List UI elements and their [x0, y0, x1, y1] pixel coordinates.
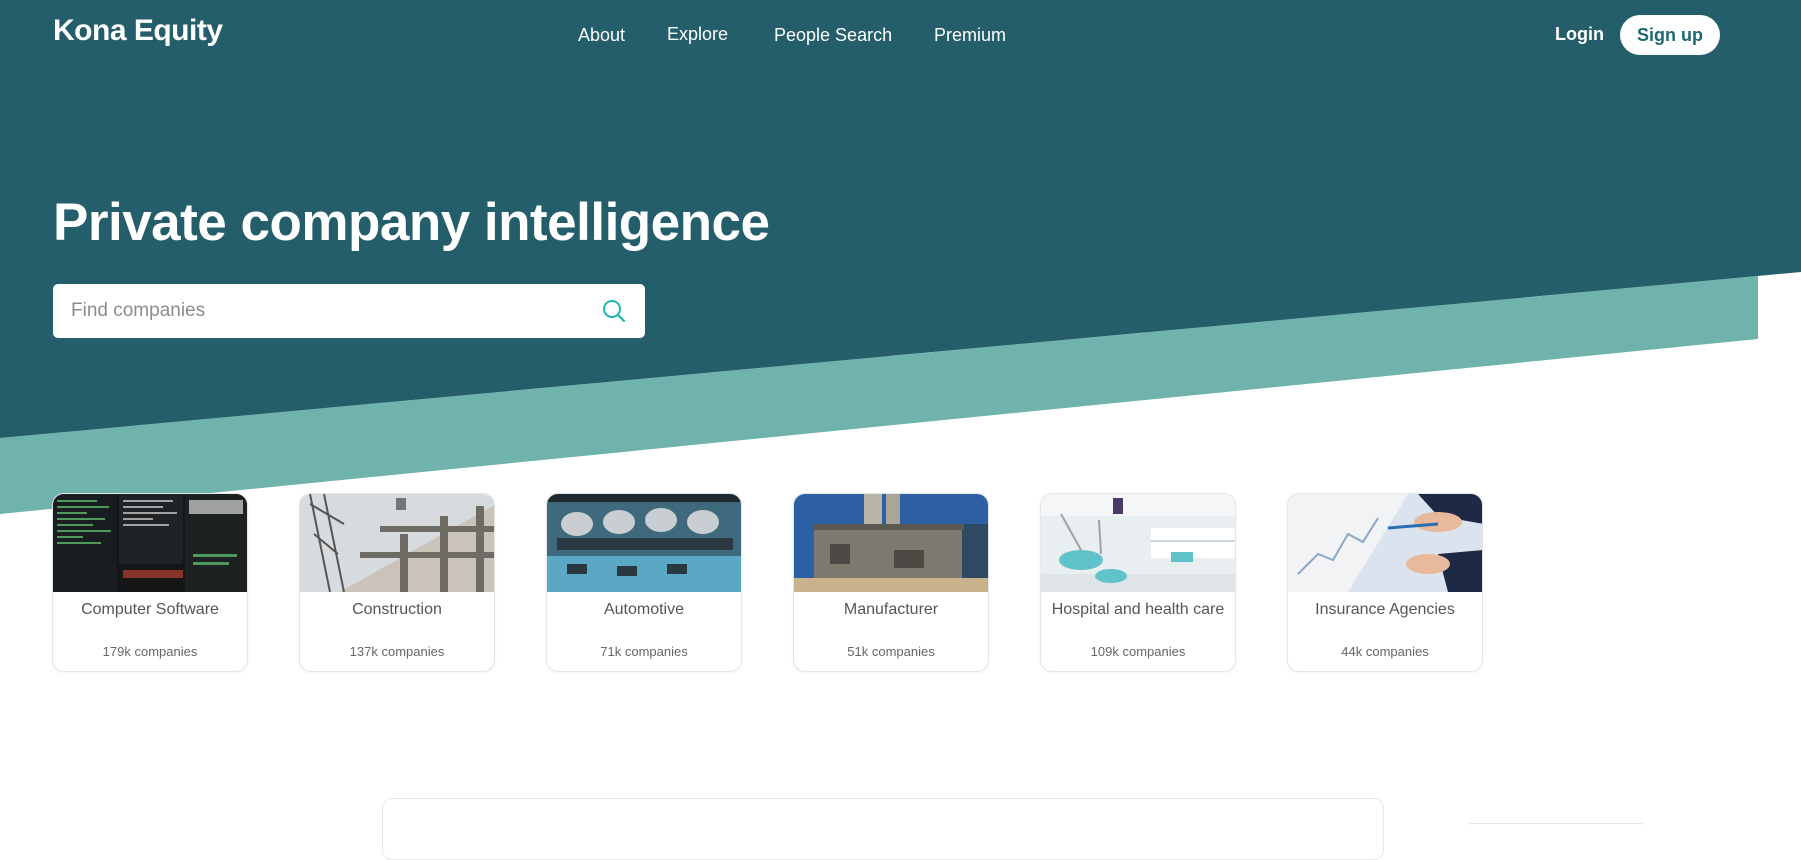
industry-card-hospital-health-care[interactable]: Hospital and health care 109k companies [1040, 493, 1236, 672]
nav-link-explore[interactable]: Explore [667, 24, 728, 45]
industry-card-computer-software[interactable]: Computer Software 179k companies [52, 493, 248, 672]
hospital-health-care-image [1041, 494, 1235, 592]
signup-button[interactable]: Sign up [1620, 15, 1720, 55]
nav-link-about[interactable]: About [578, 25, 625, 46]
company-count: 44k companies [1341, 644, 1429, 659]
hero-title: Private company intelligence [53, 193, 770, 252]
manufacturer-image [794, 494, 988, 592]
logo[interactable]: Kona Equity [53, 14, 223, 48]
company-count: 71k companies [600, 644, 688, 659]
content-panel [382, 798, 1384, 860]
search-icon[interactable] [601, 298, 627, 324]
industry-card-manufacturer[interactable]: Manufacturer 51k companies [793, 493, 989, 672]
industry-name: Hospital and health care [1051, 601, 1225, 618]
company-count: 137k companies [349, 644, 445, 659]
industry-card-automotive[interactable]: Automotive 71k companies [546, 493, 742, 672]
industry-name: Automotive [603, 601, 685, 618]
top-navigation: Kona Equity About Explore People Search … [0, 0, 1801, 72]
company-search-input[interactable] [53, 284, 573, 338]
nav-link-people-search[interactable]: People Search [774, 25, 892, 46]
industry-name: Manufacturer [843, 601, 939, 618]
computer-software-image [53, 494, 247, 592]
company-count: 179k companies [102, 644, 198, 659]
insurance-agencies-image [1288, 494, 1482, 592]
hero-background [0, 0, 1801, 514]
company-count: 109k companies [1090, 644, 1186, 659]
industry-card-construction[interactable]: Construction 137k companies [299, 493, 495, 672]
nav-link-premium[interactable]: Premium [934, 25, 1006, 46]
industry-name: Insurance Agencies [1315, 601, 1455, 618]
construction-image [300, 494, 494, 592]
industry-card-insurance-agencies[interactable]: Insurance Agencies 44k companies [1287, 493, 1483, 672]
automotive-image [547, 494, 741, 592]
company-search-box [53, 284, 645, 338]
login-link[interactable]: Login [1555, 24, 1604, 45]
industry-name: Computer Software [81, 601, 219, 618]
side-panel [1466, 823, 1646, 832]
industry-name: Construction [352, 601, 442, 618]
company-count: 51k companies [847, 644, 935, 659]
